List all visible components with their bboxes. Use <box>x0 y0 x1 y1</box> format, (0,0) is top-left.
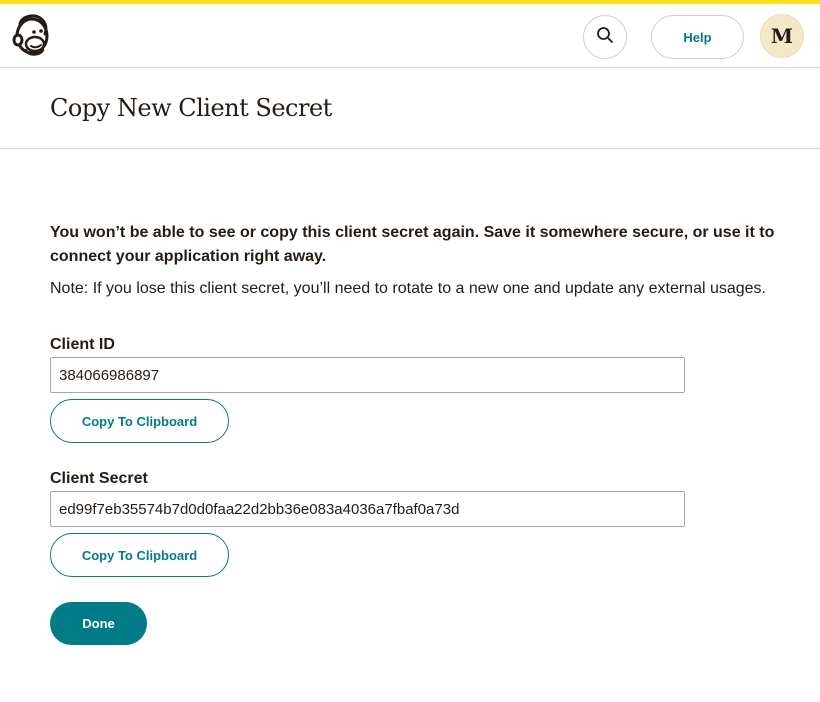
client-id-field[interactable] <box>50 357 685 393</box>
top-navigation-bar: Help M <box>0 4 820 68</box>
warning-message: You won’t be able to see or copy this cl… <box>50 224 775 265</box>
note-message: Note: If you lose this client secret, yo… <box>50 280 766 297</box>
client-secret-field[interactable] <box>50 491 685 527</box>
help-button[interactable]: Help <box>651 15 744 59</box>
avatar[interactable]: M <box>760 14 804 58</box>
page-title: Copy New Client Secret <box>50 94 332 122</box>
done-button[interactable]: Done <box>50 602 147 645</box>
freddie-logo-icon[interactable] <box>12 14 52 58</box>
client-secret-label: Client Secret <box>50 470 148 487</box>
copy-client-secret-button[interactable]: Copy To Clipboard <box>50 533 229 577</box>
copy-client-id-button[interactable]: Copy To Clipboard <box>50 399 229 443</box>
client-id-label: Client ID <box>50 336 115 353</box>
search-button[interactable] <box>583 15 627 59</box>
avatar-initial: M <box>770 24 794 48</box>
search-icon <box>596 26 614 49</box>
page-header: Copy New Client Secret <box>0 68 820 149</box>
